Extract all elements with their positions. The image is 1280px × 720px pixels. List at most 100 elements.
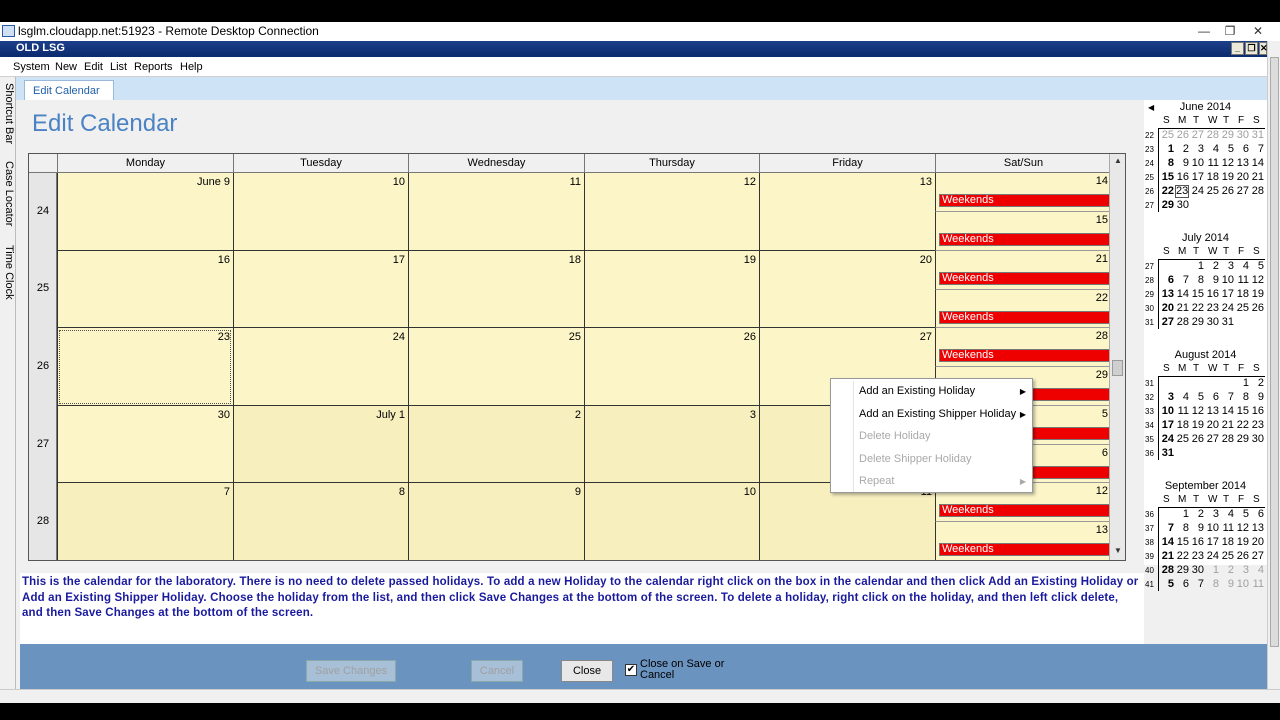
mini-calendar-day[interactable]: 27 [1160,316,1174,328]
weekend-holiday-bar[interactable]: Weekends [939,504,1110,518]
mini-calendar-day[interactable]: 1 [1175,508,1189,520]
mini-calendar-day[interactable]: 12 [1235,522,1249,534]
rail-shortcut-bar[interactable]: Shortcut Bar [1,83,15,144]
mini-calendar-day[interactable]: 8 [1190,274,1204,286]
mini-calendar-day[interactable]: 5 [1250,260,1264,272]
mini-calendar-day[interactable]: 2 [1220,564,1234,576]
mini-calendar-day[interactable]: 19 [1220,171,1234,183]
mini-calendar-day[interactable]: 18 [1220,536,1234,548]
day-cell[interactable]: 2 [408,405,584,484]
mini-calendar-day[interactable]: 22 [1175,550,1189,562]
mini-calendar-day[interactable]: 30 [1205,316,1219,328]
close-button[interactable]: Close [561,660,613,682]
mini-calendar-day[interactable]: 24 [1205,550,1219,562]
mini-calendar-day[interactable]: 9 [1250,391,1264,403]
day-cell[interactable]: 8 [233,483,408,560]
mini-calendar-day[interactable]: 13 [1160,288,1174,300]
mini-calendar-day[interactable]: 4 [1205,143,1219,155]
mini-calendar-day[interactable]: 6 [1205,391,1219,403]
day-cell[interactable]: 11 [408,173,584,251]
mini-calendar-day[interactable]: 10 [1220,274,1234,286]
context-menu-item[interactable]: Delete Shipper Holiday [859,453,972,465]
mini-calendar-day[interactable]: 11 [1235,274,1249,286]
mini-calendar-day[interactable]: 28 [1160,564,1174,576]
mini-calendar-day[interactable]: 6 [1235,143,1249,155]
mini-calendar-day[interactable]: 12 [1220,157,1234,169]
mini-calendar-day[interactable]: 16 [1175,171,1189,183]
mini-calendar-day[interactable]: 18 [1175,419,1189,431]
calendar-scrollbar[interactable]: ▲ ▼ [1109,154,1125,560]
context-menu-item[interactable]: Delete Holiday [859,430,931,442]
mini-calendar-day[interactable]: 7 [1220,391,1234,403]
calendar-scroll-thumb[interactable] [1112,360,1123,376]
mini-calendar-day[interactable]: 4 [1175,391,1189,403]
mini-calendar-day[interactable]: 25 [1160,129,1174,141]
mini-calendar-day[interactable]: 18 [1235,288,1249,300]
mini-calendar-day[interactable]: 15 [1175,536,1189,548]
mini-calendar-day[interactable]: 26 [1190,433,1204,445]
mini-calendar-day[interactable]: 14 [1160,536,1174,548]
mini-calendar-day[interactable]: 26 [1250,302,1264,314]
mini-calendar-day[interactable]: 19 [1190,419,1204,431]
mini-calendar-day[interactable]: 4 [1250,564,1264,576]
weekend-holiday-bar[interactable]: Weekends [939,233,1110,246]
day-cell[interactable]: 7 [57,483,233,560]
mini-calendar-day[interactable]: 2 [1175,143,1189,155]
mini-calendar-day[interactable]: 4 [1235,260,1249,272]
mini-calendar-day[interactable]: 27 [1235,185,1249,197]
mini-calendar-day[interactable]: 18 [1205,171,1219,183]
rail-case-locator[interactable]: Case Locator [1,161,15,226]
mini-calendar-day[interactable]: 31 [1220,316,1234,328]
mini-calendar-day[interactable]: 4 [1220,508,1234,520]
mini-calendar-day[interactable]: 12 [1250,274,1264,286]
mini-calendar-day[interactable]: 30 [1175,199,1189,211]
day-cell[interactable]: 23 [57,328,233,406]
day-cell[interactable]: 18 [408,250,584,329]
mini-calendar-day[interactable]: 15 [1160,171,1174,183]
close-on-save-checkbox[interactable]: ✔ [625,664,637,676]
mini-calendar-day[interactable]: 29 [1190,316,1204,328]
mini-calendar-day[interactable]: 3 [1235,564,1249,576]
mini-calendar-day[interactable]: 13 [1250,522,1264,534]
weekend-cell[interactable]: 22 Weekends [935,289,1111,329]
mini-calendar-day[interactable]: 29 [1160,199,1174,211]
mini-calendar-day[interactable]: 13 [1205,405,1219,417]
mini-calendar-day[interactable]: 11 [1220,522,1234,534]
mini-calendar-day[interactable]: 8 [1175,522,1189,534]
mini-calendar-day[interactable]: 7 [1190,578,1204,590]
mini-calendar-day[interactable]: 1 [1160,143,1174,155]
app-minimize-button[interactable]: _ [1231,42,1244,55]
window-horizontal-scrollbar[interactable] [0,689,1280,703]
mini-calendar-day[interactable]: 6 [1175,578,1189,590]
menu-help[interactable]: Help [180,61,203,73]
mini-calendar-day[interactable]: 2 [1190,508,1204,520]
mini-calendar-day[interactable]: 12 [1190,405,1204,417]
mini-calendar-day[interactable]: 24 [1190,185,1204,197]
mini-calendar-day[interactable]: 19 [1250,288,1264,300]
mini-calendar-day[interactable]: 5 [1190,391,1204,403]
save-changes-button[interactable]: Save Changes [306,660,396,682]
mini-calendar-day[interactable]: 23 [1250,419,1264,431]
mini-calendar-day[interactable]: 25 [1235,302,1249,314]
mini-calendar-day[interactable]: 26 [1175,129,1189,141]
mini-calendar-day[interactable]: 25 [1175,433,1189,445]
day-cell[interactable]: 13 [759,173,935,251]
mini-calendar-day[interactable]: 2 [1250,377,1264,389]
mini-calendar-day[interactable]: 6 [1160,274,1174,286]
rdp-restore-button[interactable]: ❐ [1218,23,1242,39]
mini-calendar-day[interactable]: 21 [1175,302,1189,314]
mini-calendar-day[interactable]: 28 [1250,185,1264,197]
mini-calendar-day[interactable]: 21 [1160,550,1174,562]
day-cell[interactable]: 26 [584,328,759,406]
mini-calendar-day[interactable]: 11 [1250,578,1264,590]
mini-calendar-day[interactable]: 1 [1190,260,1204,272]
menu-list[interactable]: List [110,61,127,73]
mini-calendar-day[interactable]: 15 [1190,288,1204,300]
context-menu-item[interactable]: Add an Existing Shipper Holiday [859,408,1016,420]
weekend-holiday-bar[interactable]: Weekends [939,310,1110,324]
mini-calendar-day[interactable]: 16 [1205,288,1219,300]
mini-calendar-day[interactable]: 16 [1250,405,1264,417]
mini-calendar-day[interactable]: 2 [1205,260,1219,272]
day-cell[interactable]: 25 [408,328,584,406]
mini-calendar-day[interactable]: 7 [1250,143,1264,155]
